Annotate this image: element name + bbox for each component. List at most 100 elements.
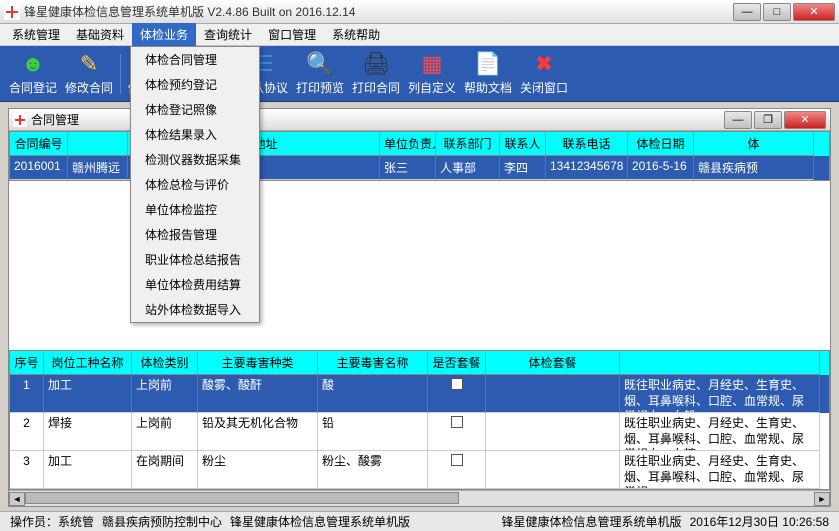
col-header[interactable]: 岗位工种名称 xyxy=(44,351,132,375)
toolbar-icon: ☻ xyxy=(21,51,44,77)
positions-grid-row[interactable]: 1加工上岗前酸雾、酸酐酸既往职业病史、月经史、生育史、烟、耳鼻喉科、口腔、血常规… xyxy=(10,375,829,413)
inner-restore-button[interactable]: ❐ xyxy=(754,111,782,129)
col-header[interactable]: 体 xyxy=(694,132,814,156)
minimize-button[interactable]: — xyxy=(733,3,761,21)
dropdown-item[interactable]: 单位体检费用结算 xyxy=(131,272,259,297)
status-app-right: 锋星健康体检信息管理系统单机版 xyxy=(498,513,686,530)
menu-query-stats[interactable]: 查询统计 xyxy=(196,23,260,46)
dropdown-item[interactable]: 体检登记照像 xyxy=(131,97,259,122)
menu-help[interactable]: 系统帮助 xyxy=(324,23,388,46)
col-header[interactable]: 体检类别 xyxy=(132,351,198,375)
cell xyxy=(428,451,486,489)
cell: 2016-5-16 xyxy=(628,156,694,180)
maximize-button[interactable]: □ xyxy=(763,3,791,21)
cell: 李四 xyxy=(500,156,546,180)
app-icon xyxy=(4,4,20,20)
checkbox[interactable] xyxy=(451,416,463,428)
menu-exam-business[interactable]: 体检业务 xyxy=(132,23,196,46)
col-header[interactable]: 联系电话 xyxy=(546,132,628,156)
checkbox[interactable] xyxy=(451,454,463,466)
cell: 粉尘、酸雾 xyxy=(318,451,428,489)
inner-app-icon xyxy=(13,113,27,127)
positions-grid-row[interactable]: 2焊接上岗前铅及其无机化合物铅既往职业病史、月经史、生育史、烟、耳鼻喉科、口腔、… xyxy=(10,413,829,451)
cell: 酸 xyxy=(318,375,428,413)
dropdown-item[interactable]: 单位体检监控 xyxy=(131,197,259,222)
positions-grid[interactable]: 序号 岗位工种名称 体检类别 主要毒害种类 主要毒害名称 是否套餐 体检套餐 1… xyxy=(9,350,830,490)
toolbar-button[interactable]: ▦ 列自定义 xyxy=(405,49,459,99)
cell: 加工 xyxy=(44,375,132,413)
status-org: 赣县疾病预防控制中心 xyxy=(98,513,226,530)
close-button[interactable]: ✕ xyxy=(793,3,835,21)
col-header[interactable]: 体检日期 xyxy=(628,132,694,156)
menu-basic-data[interactable]: 基础资料 xyxy=(68,23,132,46)
scroll-track[interactable] xyxy=(25,492,814,506)
col-header[interactable]: 主要毒害种类 xyxy=(198,351,318,375)
inner-close-button[interactable]: ✕ xyxy=(784,111,826,129)
cell: 1 xyxy=(10,375,44,413)
status-datetime: 2016年12月30日 10:26:58 xyxy=(686,513,833,530)
col-header[interactable] xyxy=(68,132,128,156)
cell: 2016001 xyxy=(10,156,68,180)
cell: 既往职业病史、月经史、生育史、烟、耳鼻喉科、口腔、血常规、尿常规力、血糖 xyxy=(620,413,820,451)
dropdown-item[interactable]: 检测仪器数据采集 xyxy=(131,147,259,172)
inner-minimize-button[interactable]: — xyxy=(724,111,752,129)
toolbar-label: 列自定义 xyxy=(408,79,456,96)
positions-grid-row[interactable]: 3加工在岗期间粉尘粉尘、酸雾既往职业病史、月经史、生育史、烟、耳鼻喉科、口腔、血… xyxy=(10,451,829,489)
cell: 粉尘 xyxy=(198,451,318,489)
toolbar-icon: 🖨 xyxy=(362,51,390,77)
horizontal-scrollbar[interactable]: ◄ ► xyxy=(9,490,830,506)
col-header[interactable]: 合同编号 xyxy=(10,132,68,156)
col-header[interactable]: 体检套餐 xyxy=(486,351,620,375)
positions-grid-header: 序号 岗位工种名称 体检类别 主要毒害种类 主要毒害名称 是否套餐 体检套餐 xyxy=(10,351,829,375)
toolbar-label: 修改合同 xyxy=(65,79,113,96)
cell: 上岗前 xyxy=(132,375,198,413)
scroll-right-arrow[interactable]: ► xyxy=(814,492,830,506)
toolbar-icon: ✖ xyxy=(535,51,553,77)
toolbar-label: 帮助文档 xyxy=(464,79,512,96)
col-header[interactable] xyxy=(620,351,820,375)
cell: 焊接 xyxy=(44,413,132,451)
cell xyxy=(428,375,486,413)
cell: 酸雾、酸酐 xyxy=(198,375,318,413)
scroll-left-arrow[interactable]: ◄ xyxy=(9,492,25,506)
cell xyxy=(486,451,620,489)
cell xyxy=(486,413,620,451)
toolbar-button[interactable]: ☻ 合同登记 xyxy=(6,49,60,99)
checkbox[interactable] xyxy=(451,378,463,390)
col-header[interactable]: 主要毒害名称 xyxy=(318,351,428,375)
col-header[interactable]: 联系部门 xyxy=(436,132,500,156)
menu-dropdown: 体检合同管理 体检预约登记 体检登记照像 体检结果录入 检测仪器数据采集 体检总… xyxy=(130,46,260,323)
cell: 人事部 xyxy=(436,156,500,180)
cell: 既往职业病史、月经史、生育史、烟、耳鼻喉科、口腔、血常规、尿常规 xyxy=(620,451,820,489)
cell: 赣州腾远 xyxy=(68,156,128,180)
dropdown-item[interactable]: 职业体检总结报告 xyxy=(131,247,259,272)
dropdown-item[interactable]: 体检报告管理 xyxy=(131,222,259,247)
dropdown-item[interactable]: 体检总检与评价 xyxy=(131,172,259,197)
dropdown-item[interactable]: 站外体检数据导入 xyxy=(131,297,259,322)
cell xyxy=(486,375,620,413)
toolbar-icon: ✎ xyxy=(80,51,98,77)
dropdown-item[interactable]: 体检结果录入 xyxy=(131,122,259,147)
cell: 在岗期间 xyxy=(132,451,198,489)
dropdown-item[interactable]: 体检预约登记 xyxy=(131,72,259,97)
cell: 铅及其无机化合物 xyxy=(198,413,318,451)
menu-window[interactable]: 窗口管理 xyxy=(260,23,324,46)
toolbar-button[interactable]: 📄帮助文档 xyxy=(461,49,515,99)
cell: 2 xyxy=(10,413,44,451)
menu-system[interactable]: 系统管理 xyxy=(4,23,68,46)
toolbar-button[interactable]: ✎ 修改合同 xyxy=(62,49,116,99)
dropdown-item[interactable]: 体检合同管理 xyxy=(131,47,259,72)
toolbar-button[interactable]: 🔍 打印预览 xyxy=(293,49,347,99)
col-header[interactable]: 单位负责人 xyxy=(380,132,436,156)
toolbar-button[interactable]: 🖨打印合同 xyxy=(349,49,403,99)
col-header[interactable]: 序号 xyxy=(10,351,44,375)
toolbar-label: 打印预览 xyxy=(296,79,344,96)
col-header[interactable]: 是否套餐 xyxy=(428,351,486,375)
toolbar-button[interactable]: ✖关闭窗口 xyxy=(517,49,571,99)
status-operator: 操作员：系统管 xyxy=(6,513,98,530)
cell: 张三 xyxy=(380,156,436,180)
toolbar-icon: ▦ xyxy=(422,51,443,77)
toolbar-icon: 🔍 xyxy=(306,51,333,77)
toolbar-label: 合同登记 xyxy=(9,79,57,96)
col-header[interactable]: 联系人 xyxy=(500,132,546,156)
